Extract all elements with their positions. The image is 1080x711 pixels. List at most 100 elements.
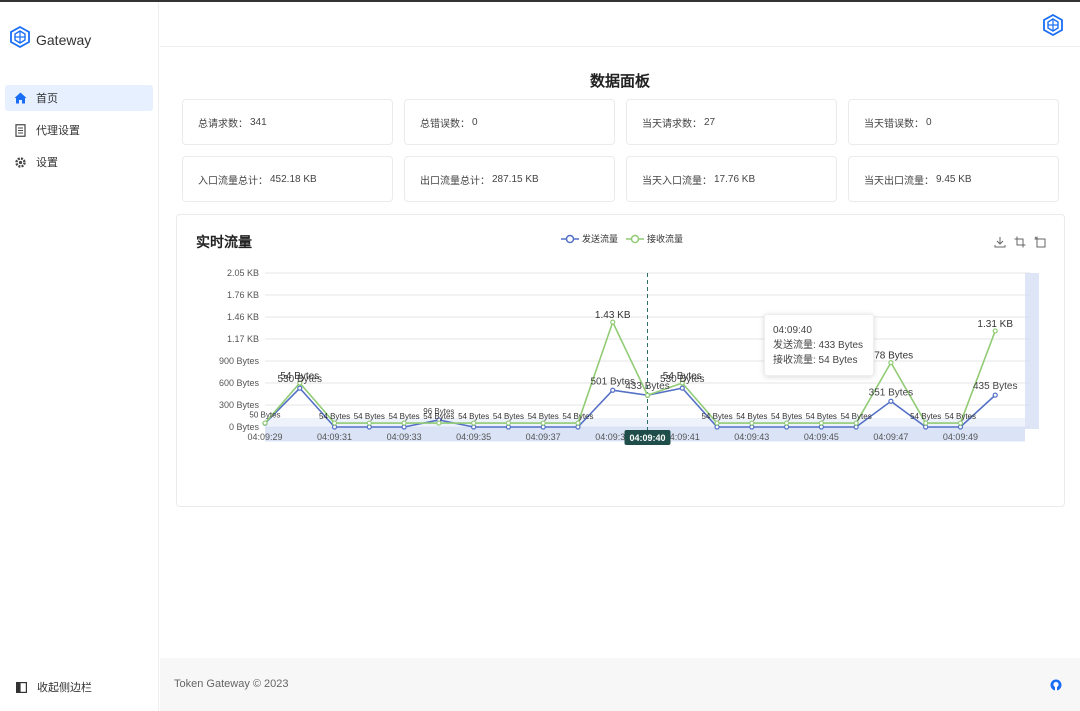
data-point: [297, 385, 303, 391]
stat-value: 17.76 KB: [714, 173, 756, 185]
sidebar-item-label: 设置: [36, 157, 58, 169]
data-label: 878 Bytes: [869, 351, 913, 362]
data-point: [679, 385, 685, 391]
gateway-logo-icon: [10, 25, 30, 53]
y-tick-label: 600 Bytes: [219, 378, 260, 388]
data-point: [644, 392, 651, 398]
stat-card: 当天错误数： 0: [848, 99, 1059, 145]
data-point: [505, 420, 512, 426]
data-label: 54 Bytes: [354, 412, 385, 421]
download-icon[interactable]: [992, 235, 1008, 249]
stat-value: 287.15 KB: [492, 173, 539, 185]
zoom-reset-icon[interactable]: [1032, 235, 1048, 249]
data-point: [853, 420, 859, 426]
data-point: [749, 420, 755, 426]
y-tick-label: 900 Bytes: [219, 356, 260, 366]
sidebar: Gateway 首页 代理设置 设置 收起侧边栏: [0, 2, 159, 711]
stat-card: 总请求数： 341: [182, 99, 393, 145]
data-label: 54 Bytes: [806, 412, 837, 421]
data-label: 54 Bytes: [771, 412, 802, 421]
x-tick-label: 04:09:31: [317, 432, 352, 442]
gateway-logo-icon[interactable]: [1043, 13, 1063, 41]
zoom-select-icon[interactable]: [1012, 235, 1028, 249]
data-label: 54 Bytes: [910, 412, 941, 421]
data-point: [331, 420, 338, 426]
x-tick-label: 04:09:43: [734, 432, 769, 442]
data-point: [262, 420, 268, 426]
x-tick-label: 04:09:45: [804, 432, 839, 442]
data-point: [888, 398, 894, 404]
data-point: [923, 420, 929, 426]
stat-card: 出口流量总计： 287.15 KB: [404, 156, 615, 202]
stat-card: 总错误数： 0: [404, 99, 615, 145]
data-point: [610, 387, 616, 393]
data-label: 54 Bytes: [701, 412, 732, 421]
data-point: [783, 420, 790, 426]
sidebar-item-settings[interactable]: 设置: [5, 149, 153, 175]
github-icon[interactable]: [1050, 678, 1062, 696]
data-label: 54 Bytes: [528, 412, 559, 421]
data-label: 54 Bytes: [841, 412, 872, 421]
zoom-slider-handle: [1025, 273, 1039, 429]
sidebar-item-label: 代理设置: [36, 125, 80, 137]
y-tick-label: 1.17 KB: [227, 334, 259, 344]
y-tick-label: 0 Bytes: [229, 422, 260, 432]
data-label: 435 Bytes: [973, 381, 1017, 392]
axis-pointer-label: 04:09:40: [629, 433, 665, 443]
sidebar-item-home[interactable]: 首页: [5, 85, 153, 111]
x-tick-label: 04:09:47: [873, 432, 908, 442]
data-label: 1.43 KB: [595, 310, 631, 321]
data-point: [471, 420, 477, 426]
legend-item-send[interactable]: 发送流量: [561, 232, 618, 245]
stat-value: 0: [926, 116, 932, 128]
footer-copyright: Token Gateway © 2023: [174, 678, 289, 690]
page-title: 数据面板: [589, 73, 650, 90]
sidebar-item-proxy-settings[interactable]: 代理设置: [5, 117, 153, 143]
data-label: 54 Bytes: [319, 412, 350, 421]
tooltip-title: 04:09:40: [773, 325, 812, 336]
stat-label: 入口流量总计：: [198, 175, 268, 187]
y-tick-label: 2.05 KB: [227, 268, 259, 278]
stat-label: 总错误数：: [420, 118, 470, 130]
data-label: 1.31 KB: [977, 319, 1013, 330]
collapse-sidebar-button[interactable]: 收起侧边栏: [14, 679, 92, 695]
legend-label: 接收流量: [647, 234, 684, 244]
data-point: [436, 420, 442, 426]
stat-card: 当天出口流量： 9.45 KB: [848, 156, 1059, 202]
stat-value: 0: [472, 116, 478, 128]
top-header: [160, 2, 1080, 47]
stat-card: 当天请求数： 27: [626, 99, 837, 145]
legend-recv-marker: [626, 234, 645, 243]
legend-item-recv[interactable]: 接收流量: [626, 232, 683, 245]
sidebar-collapse-icon: [14, 680, 28, 694]
legend-label: 发送流量: [582, 234, 619, 244]
chart-toolbox: [988, 235, 1048, 249]
data-label: 54 Bytes: [663, 371, 702, 382]
data-label: 54 Bytes: [280, 371, 319, 382]
data-point: [957, 420, 964, 426]
gear-icon: [13, 155, 27, 169]
data-label: 54 Bytes: [493, 412, 524, 421]
x-tick-label: 04:09:33: [387, 432, 422, 442]
app-name: Gateway: [36, 31, 92, 48]
x-tick-label: 04:09:37: [526, 432, 561, 442]
stat-label: 总请求数：: [198, 118, 248, 130]
data-label: 54 Bytes: [736, 412, 767, 421]
traffic-chart[interactable]: 2.05 KB 1.76 KB 1.46 KB 1.17 KB 900 Bytes 600…: [177, 215, 1066, 508]
stat-label: 当天错误数：: [864, 118, 924, 130]
stat-label: 当天入口流量：: [642, 175, 712, 187]
brand[interactable]: Gateway: [10, 25, 92, 53]
tooltip-recv: 接收流量: 54 Bytes: [773, 355, 858, 366]
stat-label: 当天请求数：: [642, 118, 702, 130]
x-tick-label: 04:09:35: [456, 432, 491, 442]
realtime-traffic-card: 2.05 KB 1.76 KB 1.46 KB 1.17 KB 900 Bytes 600…: [176, 214, 1065, 507]
chart-legend: 发送流量 接收流量: [561, 232, 691, 245]
stat-value: 452.18 KB: [270, 173, 317, 185]
chart-title: 实时流量: [196, 234, 252, 250]
x-tick-label: 04:09:49: [943, 432, 978, 442]
home-icon: [13, 91, 27, 105]
stat-label: 出口流量总计：: [420, 175, 490, 187]
stat-value: 27: [704, 116, 716, 128]
x-tick-label: 04:09:29: [247, 432, 282, 442]
document-icon: [13, 123, 27, 137]
